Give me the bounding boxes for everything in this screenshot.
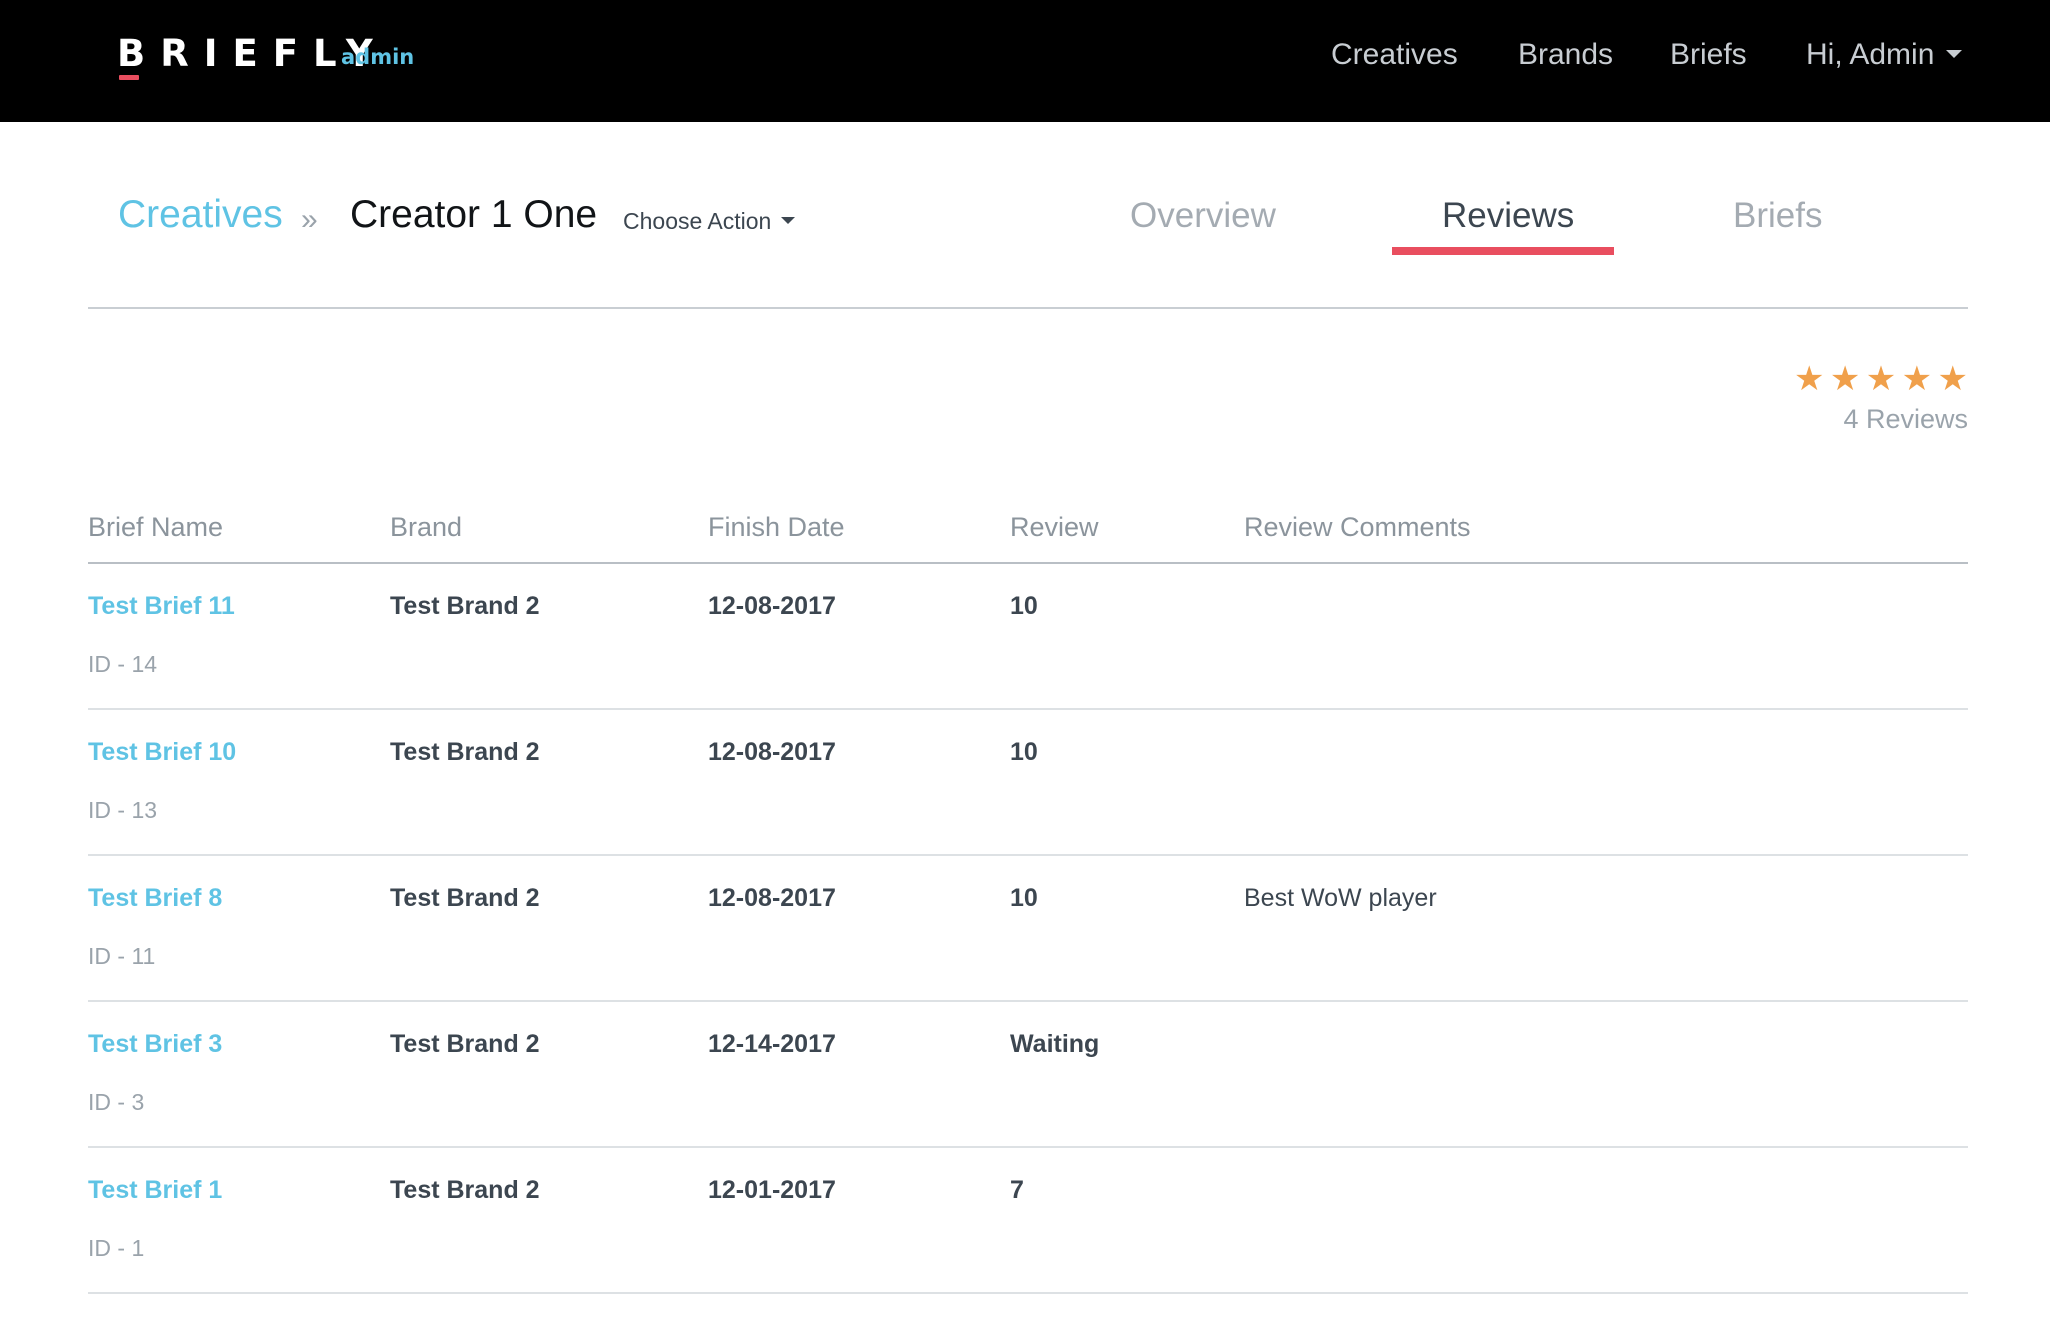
caret-down-icon	[1946, 50, 1963, 59]
nav-link-briefs[interactable]: Briefs	[1670, 38, 1747, 72]
brand-cell: Test Brand 2	[390, 738, 540, 766]
brief-name-link[interactable]: Test Brief 11	[88, 592, 235, 621]
table-row: Test Brief 10 ID - 13 Test Brand 2 12-08…	[88, 710, 1968, 856]
logo-accent-bar	[119, 75, 139, 80]
column-header-review: Review	[1010, 512, 1099, 542]
header-divider	[88, 307, 1968, 309]
nav-link-brands[interactable]: Brands	[1518, 38, 1613, 72]
finish-date-cell: 12-08-2017	[708, 592, 836, 620]
star-rating: ★ ★ ★ ★ ★	[1794, 361, 1968, 397]
finish-date-cell: 12-08-2017	[708, 884, 836, 912]
review-cell: 10	[1010, 884, 1038, 912]
table-row: Test Brief 3 ID - 3 Test Brand 2 12-14-2…	[88, 1002, 1968, 1148]
finish-date-cell: 12-01-2017	[708, 1176, 836, 1204]
brief-id: ID - 11	[88, 943, 156, 969]
tab-overview[interactable]: Overview	[1130, 196, 1276, 236]
tab-briefs[interactable]: Briefs	[1733, 196, 1822, 236]
page-title: Creator 1 One	[350, 193, 598, 236]
top-navbar: BRIEFLY admin Creatives Brands Briefs Hi…	[0, 0, 2050, 122]
brief-name-link[interactable]: Test Brief 3	[88, 1030, 222, 1059]
table-row: Test Brief 11 ID - 14 Test Brand 2 12-08…	[88, 564, 1968, 710]
brief-id: ID - 13	[88, 797, 158, 823]
finish-date-cell: 12-14-2017	[708, 1030, 836, 1058]
column-header-brand: Brand	[390, 512, 463, 542]
review-cell: 10	[1010, 738, 1038, 766]
brief-id: ID - 14	[88, 651, 158, 677]
brand-cell: Test Brand 2	[390, 1176, 540, 1204]
user-menu-label: Hi, Admin	[1806, 38, 1935, 71]
column-header-review-comments: Review Comments	[1244, 512, 1471, 542]
star-icon: ★	[1901, 360, 1933, 398]
review-cell: 10	[1010, 592, 1038, 620]
brand-cell: Test Brand 2	[390, 1030, 540, 1058]
reviews-count: 4 Reviews	[1843, 404, 1968, 434]
brief-name-link[interactable]: Test Brief 8	[88, 884, 222, 913]
nav-link-creatives[interactable]: Creatives	[1331, 38, 1458, 72]
breadcrumb-creatives-link[interactable]: Creatives	[118, 193, 283, 237]
star-icon: ★	[1794, 360, 1825, 398]
star-icon: ★	[1829, 360, 1861, 398]
column-header-brief-name: Brief Name	[88, 512, 224, 542]
active-tab-indicator	[1392, 247, 1614, 255]
brief-name-link[interactable]: Test Brief 1	[88, 1176, 222, 1205]
breadcrumb-separator-icon: »	[301, 203, 318, 236]
choose-action-label: Choose Action	[623, 208, 772, 234]
brief-name-link[interactable]: Test Brief 10	[88, 738, 236, 767]
user-menu-dropdown[interactable]: Hi, Admin	[1806, 38, 1963, 72]
review-comment-cell: Best WoW player	[1244, 884, 1437, 912]
finish-date-cell: 12-08-2017	[708, 738, 836, 766]
review-cell: 7	[1010, 1176, 1024, 1204]
logo-admin-label: admin	[341, 45, 415, 69]
caret-down-icon	[781, 217, 796, 225]
brief-id: ID - 1	[88, 1235, 145, 1261]
brand-cell: Test Brand 2	[390, 592, 540, 620]
table-row: Test Brief 8 ID - 11 Test Brand 2 12-08-…	[88, 856, 1968, 1002]
review-cell: Waiting	[1010, 1030, 1100, 1058]
table-row: Test Brief 1 ID - 1 Test Brand 2 12-01-2…	[88, 1148, 1968, 1294]
tab-reviews[interactable]: Reviews	[1442, 196, 1574, 236]
brand-cell: Test Brand 2	[390, 884, 540, 912]
column-header-finish-date: Finish Date	[708, 512, 845, 542]
star-icon: ★	[1865, 360, 1897, 398]
star-icon: ★	[1937, 360, 1968, 398]
brief-id: ID - 3	[88, 1089, 145, 1115]
choose-action-dropdown[interactable]: Choose Action	[623, 208, 796, 235]
